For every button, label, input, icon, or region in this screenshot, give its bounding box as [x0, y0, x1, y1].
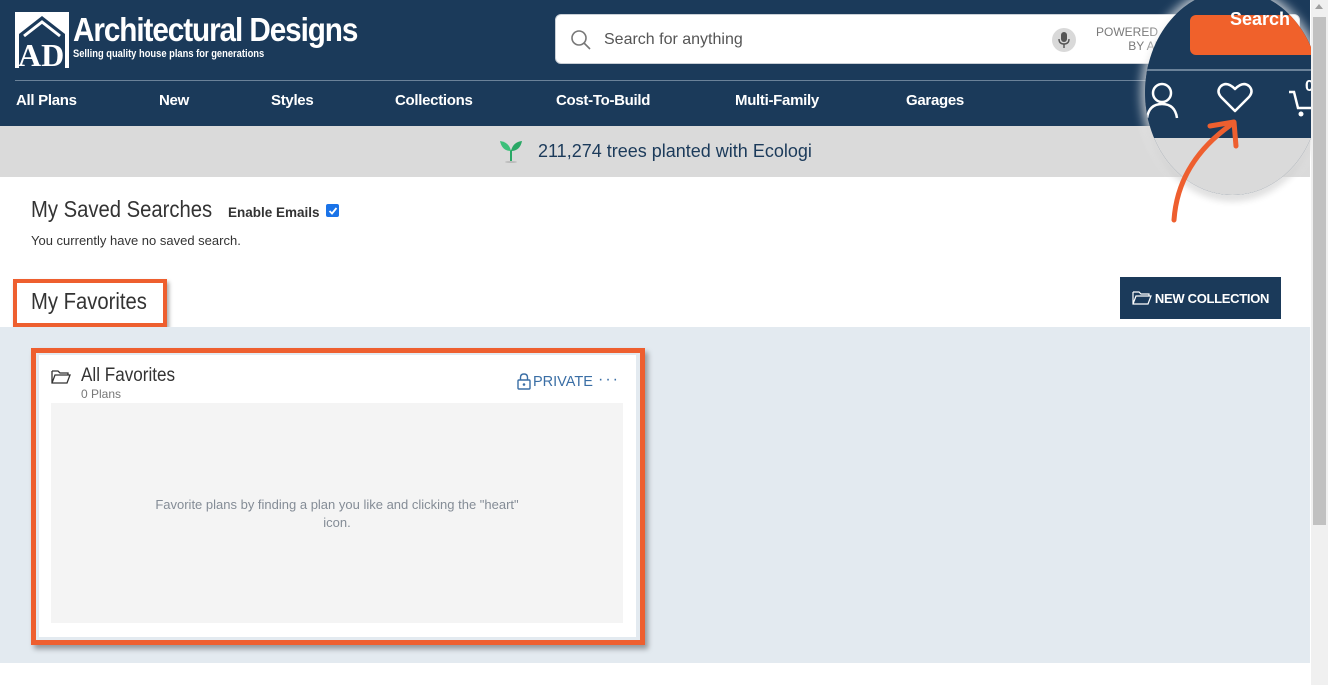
logo-tagline: Selling quality house plans for generati… — [73, 48, 265, 60]
nav-new[interactable]: New — [159, 92, 189, 109]
nav-cost-to-build[interactable]: Cost-To-Build — [556, 92, 650, 109]
ecologi-banner: 211,274 trees planted with Ecologi — [0, 126, 1310, 177]
site-header: AD Architectural Designs Selling quality… — [0, 0, 1310, 126]
enable-emails-label: Enable Emails — [228, 205, 320, 220]
saved-searches-title: My Saved Searches — [31, 196, 213, 222]
enable-emails-checkbox[interactable] — [326, 204, 339, 217]
logo-mark-icon: AD — [15, 12, 69, 68]
svg-text:AD: AD — [18, 37, 64, 68]
logo[interactable]: AD Architectural Designs Selling quality… — [15, 12, 389, 68]
logo-title: Architectural Designs — [73, 11, 358, 48]
search-input[interactable] — [604, 27, 1024, 53]
highlight-box — [13, 279, 167, 327]
saved-searches-empty-text: You currently have no saved search. — [31, 233, 241, 248]
folder-icon — [1132, 291, 1152, 305]
nav-styles[interactable]: Styles — [271, 92, 314, 109]
nav-all-plans[interactable]: All Plans — [16, 92, 77, 109]
scroll-up-icon[interactable] — [1315, 4, 1323, 9]
nav-garages[interactable]: Garages — [906, 92, 964, 109]
vertical-scrollbar[interactable] — [1311, 0, 1328, 685]
nav-collections[interactable]: Collections — [395, 92, 473, 109]
heart-favorites-icon[interactable] — [1217, 82, 1253, 114]
nav-divider — [15, 80, 1310, 81]
annotation-arrow-icon — [1171, 119, 1239, 223]
search-button[interactable]: Search — [1190, 9, 1320, 55]
scrollbar-thumb[interactable] — [1313, 17, 1326, 525]
highlight-box — [31, 348, 645, 645]
search-icon — [571, 30, 591, 50]
nav-multi-family[interactable]: Multi-Family — [735, 92, 819, 109]
ecologi-text[interactable]: 211,274 trees planted with Ecologi — [538, 141, 812, 162]
microphone-icon[interactable] — [1052, 28, 1076, 52]
new-collection-button[interactable]: NEW COLLECTION — [1120, 277, 1281, 319]
sprout-icon — [500, 141, 522, 163]
